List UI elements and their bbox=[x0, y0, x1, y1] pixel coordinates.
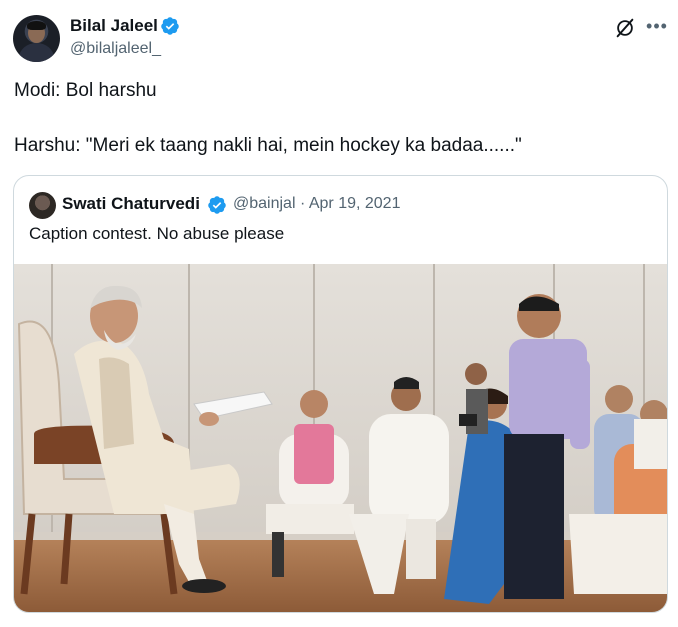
verified-badge-icon bbox=[208, 196, 226, 214]
author-handle[interactable]: @bilaljaleel_ bbox=[70, 40, 161, 58]
quoted-meta: @bainjal · Apr 19, 2021 bbox=[233, 195, 400, 213]
tweet: Bilal Jaleel @bilaljaleel_ ••• Modi: Bol… bbox=[0, 0, 678, 627]
quoted-author-name[interactable]: Swati Chaturvedi bbox=[62, 194, 200, 214]
more-icon[interactable]: ••• bbox=[646, 16, 668, 38]
quoted-tweet-text: Caption contest. No abuse please bbox=[29, 224, 285, 243]
quoted-tweet-photo[interactable] bbox=[14, 264, 667, 612]
quoted-author-avatar[interactable] bbox=[29, 192, 56, 219]
grok-icon[interactable] bbox=[614, 17, 636, 39]
author-avatar[interactable] bbox=[13, 15, 60, 62]
quoted-author-handle[interactable]: @bainjal bbox=[233, 195, 296, 212]
verified-badge-icon bbox=[161, 17, 179, 35]
meta-separator: · bbox=[299, 195, 306, 212]
author-name[interactable]: Bilal Jaleel bbox=[70, 16, 158, 36]
quoted-tweet-card[interactable]: Swati Chaturvedi @bainjal · Apr 19, 2021… bbox=[13, 175, 668, 613]
tweet-text-line: Harshu: "Meri ek taang nakli hai, mein h… bbox=[14, 135, 522, 156]
quoted-date[interactable]: Apr 19, 2021 bbox=[309, 195, 401, 212]
tweet-text-line: Modi: Bol harshu bbox=[14, 80, 157, 101]
